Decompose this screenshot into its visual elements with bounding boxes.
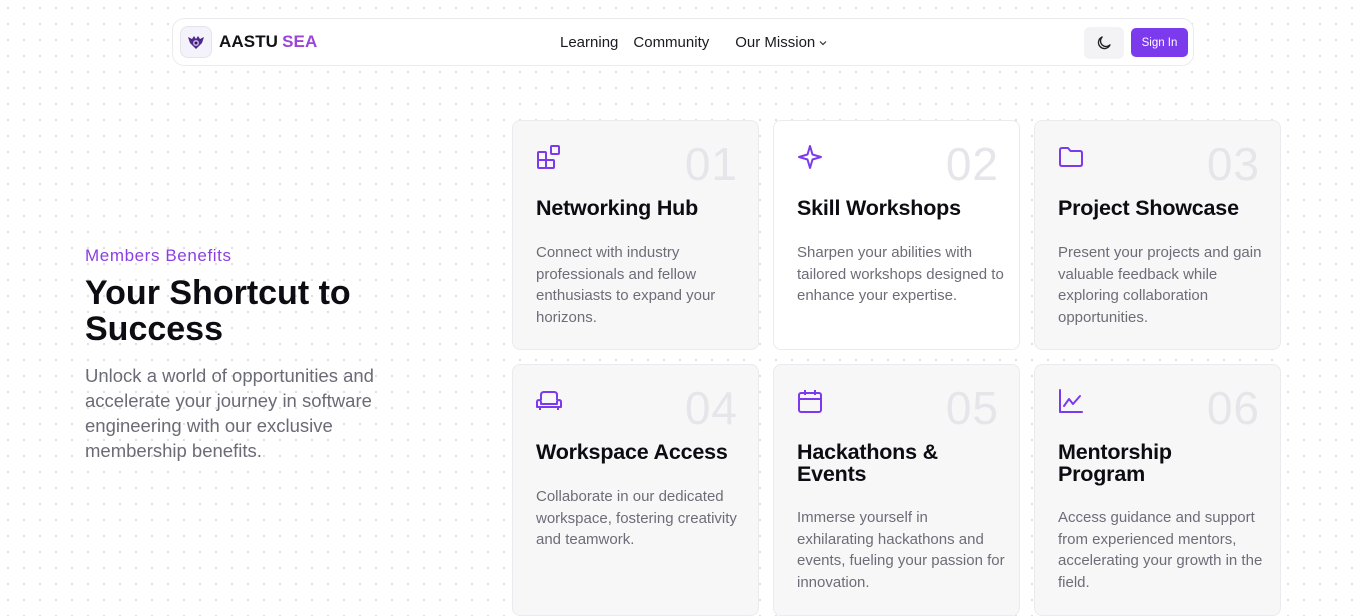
logo-icon [180, 26, 212, 58]
card-description: Collaborate in our dedicated workspace, … [536, 488, 737, 548]
benefit-card-showcase: 03 Project Showcase Present your project… [1034, 120, 1281, 350]
nav-dropdown-label: Our Mission [735, 34, 816, 51]
card-number: 06 [1206, 382, 1260, 434]
card-title: Networking Hub [536, 196, 699, 220]
brand-name-part2: SEA [282, 32, 318, 51]
card-title: Project Showcase [1058, 196, 1239, 220]
brand-home-link[interactable]: AASTU SEA [180, 26, 317, 58]
benefit-card-networking: 01 Networking Hub Connect with industry … [512, 120, 759, 350]
folder-icon [1059, 147, 1083, 167]
card-number: 05 [945, 382, 999, 434]
benefit-card-workspace: 04 Workspace Access Collaborate in our d… [512, 364, 759, 616]
benefit-card-hackathons: 05 Hackathons & Events Immerse yourself … [773, 364, 1020, 616]
card-description: Connect with industry professionals and … [536, 244, 716, 326]
nav-links: Learning Community Our Mission [560, 34, 828, 51]
moon-icon [1097, 36, 1111, 50]
card-title: Mentorship Program [1058, 440, 1172, 486]
benefit-card-mentorship: 06 Mentorship Program Access guidance an… [1034, 364, 1281, 616]
nav-link-community[interactable]: Community [633, 34, 709, 51]
chevron-down-icon [819, 40, 827, 45]
nav-link-learning[interactable]: Learning [560, 34, 618, 51]
calendar-icon [798, 390, 822, 413]
section-description: Unlock a world of opportunities and acce… [85, 365, 374, 461]
card-description: Sharpen your abilities with tailored wor… [797, 244, 1004, 304]
sign-in-button[interactable]: Sign In [1131, 28, 1188, 57]
nav-dropdown-our-mission[interactable]: Our Mission [735, 34, 828, 51]
brand-name: AASTU SEA [219, 32, 317, 52]
section-title: Your Shortcut to Success [85, 274, 351, 348]
brand-name-part1: AASTU [219, 32, 279, 51]
blocks-icon [537, 145, 560, 169]
chart-line-icon [1059, 389, 1083, 413]
card-description: Access guidance and support from experie… [1058, 509, 1263, 591]
card-description: Immerse yourself in exhilarating hackath… [797, 509, 1005, 591]
card-title: Workspace Access [536, 440, 728, 464]
theme-toggle-button[interactable] [1084, 27, 1124, 59]
card-title: Hackathons & Events [797, 440, 938, 486]
navbar: AASTU SEA Learning Community Our Mission … [172, 18, 1194, 66]
card-description: Present your projects and gain valuable … [1058, 244, 1262, 326]
card-number: 04 [684, 382, 738, 434]
card-number: 03 [1206, 138, 1260, 190]
sofa-icon [536, 391, 562, 410]
benefit-card-workshops: 02 Skill Workshops Sharpen your abilitie… [773, 120, 1020, 350]
card-number: 01 [684, 138, 738, 190]
card-number: 02 [945, 138, 999, 190]
sparkle-icon [798, 145, 822, 169]
card-title: Skill Workshops [797, 196, 961, 220]
section-eyebrow: Members Benefits [85, 246, 232, 265]
